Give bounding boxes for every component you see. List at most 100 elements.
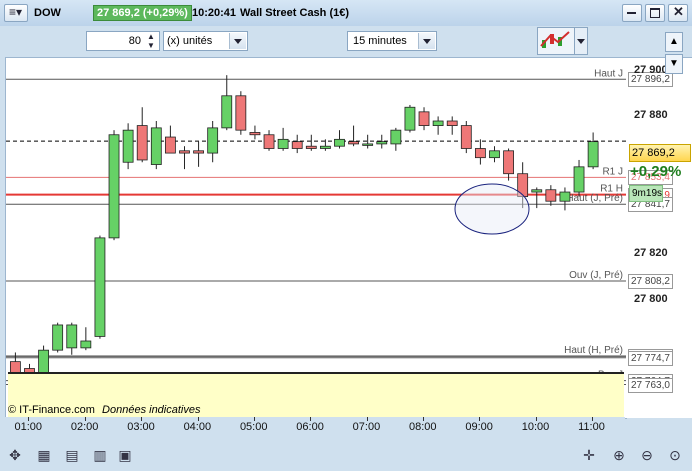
time-axis: 01:00 02:00 03:00 04:00 05:00 06:00 07:00 08:00…: [5, 417, 625, 437]
quantity-value: 80: [128, 35, 141, 47]
footer-note: Données indicatives: [102, 404, 201, 416]
candle-body: [263, 134, 275, 149]
time-tick: 10:00: [521, 421, 550, 433]
candle-body: [474, 148, 486, 159]
layout-icon[interactable]: ▦: [35, 446, 53, 464]
scroll-up-icon[interactable]: ▲: [665, 32, 683, 52]
candle: [531, 187, 543, 209]
arrows-icon[interactable]: ✥: [6, 446, 24, 464]
chevron-down-icon: [577, 39, 585, 44]
crosshair-icon[interactable]: ✛: [580, 446, 598, 464]
price-tick: 27 800: [634, 292, 668, 305]
instrument-name: Wall Street Cash (1€): [240, 7, 350, 19]
indicator-icon[interactable]: ▥: [91, 446, 109, 464]
level-label: R1 J: [602, 166, 623, 177]
candle: [150, 121, 162, 170]
time-tick: 08:00: [409, 421, 437, 433]
candle-body: [221, 95, 233, 129]
candle: [66, 322, 78, 355]
candle: [404, 104, 416, 133]
stepper-arrows-icon[interactable]: ▲ ▼: [144, 32, 158, 50]
candle: [235, 91, 247, 135]
zoom-out-icon[interactable]: ⊖: [638, 446, 656, 464]
candle: [108, 130, 120, 241]
price-tick: 27 880: [634, 109, 668, 122]
level-label: Haut J: [594, 68, 623, 79]
candle-body: [573, 166, 585, 193]
close-icon: ✕: [673, 4, 684, 19]
time-tick: 07:00: [352, 421, 381, 433]
candle-body: [136, 125, 148, 161]
price-axis[interactable]: 27 896,227 853,427 845,927 841,727 808,2…: [626, 32, 692, 418]
candle: [179, 146, 190, 170]
candle-body: [235, 95, 247, 131]
candle: [80, 327, 92, 351]
candle-body: [559, 191, 571, 202]
candle-body: [80, 340, 92, 349]
candle: [277, 127, 289, 151]
candle-body: [52, 324, 64, 351]
quantity-stepper[interactable]: 80 ▲ ▼: [86, 31, 160, 51]
price-chart[interactable]: Haut J R1 J R1 H Haut (J, Pré) Ouv (J, Pré) H…: [5, 57, 627, 419]
toolbar: 80 ▲ ▼ (x) unités 15 minutes: [0, 26, 692, 56]
chevron-down-icon: [418, 33, 435, 49]
unit-value: (x) unités: [167, 35, 213, 47]
chevron-down-icon: [229, 33, 246, 49]
candle-body: [305, 145, 317, 149]
unit-select[interactable]: (x) unités: [163, 31, 248, 51]
candlestick-chart: Haut JR1 JR1 HHaut (J, Pré)Ouv (J, Pré)H…: [6, 68, 626, 390]
toolbar-chart-icon: [540, 31, 570, 48]
chart-footer: © IT-Finance.com Données indicatives: [8, 404, 200, 416]
candle: [52, 322, 64, 353]
candle: [193, 141, 204, 167]
candle: [305, 134, 317, 151]
zoom-reset-icon[interactable]: ⊙: [666, 446, 684, 464]
candle-body: [207, 127, 219, 154]
candle: [122, 123, 134, 170]
candle-body: [404, 106, 416, 131]
menu-button[interactable]: ≡▾: [4, 4, 28, 22]
menu-icon: ≡▾: [9, 5, 23, 19]
candle: [460, 121, 472, 154]
time-tick: 01:00: [14, 421, 43, 433]
screen-icon[interactable]: ▣: [116, 446, 134, 464]
candle: [263, 130, 275, 151]
grid-icon[interactable]: ▤: [63, 446, 81, 464]
chart-type-dropdown[interactable]: [574, 27, 588, 55]
candle: [587, 132, 599, 170]
candle: [334, 130, 345, 149]
candle: [432, 116, 444, 135]
candle: [474, 139, 486, 165]
maximize-icon: [650, 8, 660, 18]
interval-select[interactable]: 15 minutes: [347, 31, 437, 51]
minimize-icon: [627, 12, 636, 14]
candle-body: [432, 120, 444, 126]
candle: [390, 127, 402, 151]
candle-body: [94, 237, 106, 337]
level-label: Haut (J, Pré): [566, 193, 623, 204]
candle: [376, 134, 388, 149]
candle-body: [587, 141, 599, 168]
candle-body: [334, 138, 345, 147]
candle: [136, 107, 148, 163]
candle-body: [249, 132, 261, 136]
candle-body: [193, 150, 204, 154]
candle-body: [418, 111, 430, 126]
candle-body: [319, 145, 331, 149]
candle-body: [122, 129, 134, 163]
maximize-button[interactable]: [645, 4, 665, 22]
candle: [207, 121, 219, 163]
candle-body: [545, 189, 557, 202]
chart-type-button[interactable]: [537, 27, 575, 55]
zoom-in-icon[interactable]: ⊕: [610, 446, 628, 464]
candle-body: [460, 125, 472, 149]
candle: [291, 134, 303, 154]
candle-body: [503, 150, 514, 175]
time-tick: 03:00: [127, 421, 155, 433]
candle: [503, 148, 514, 181]
interval-value: 15 minutes: [353, 35, 407, 47]
candle-body: [291, 141, 303, 149]
minimize-button[interactable]: [622, 4, 642, 22]
scroll-down-icon[interactable]: ▼: [665, 54, 683, 74]
close-button[interactable]: ✕: [668, 4, 688, 22]
